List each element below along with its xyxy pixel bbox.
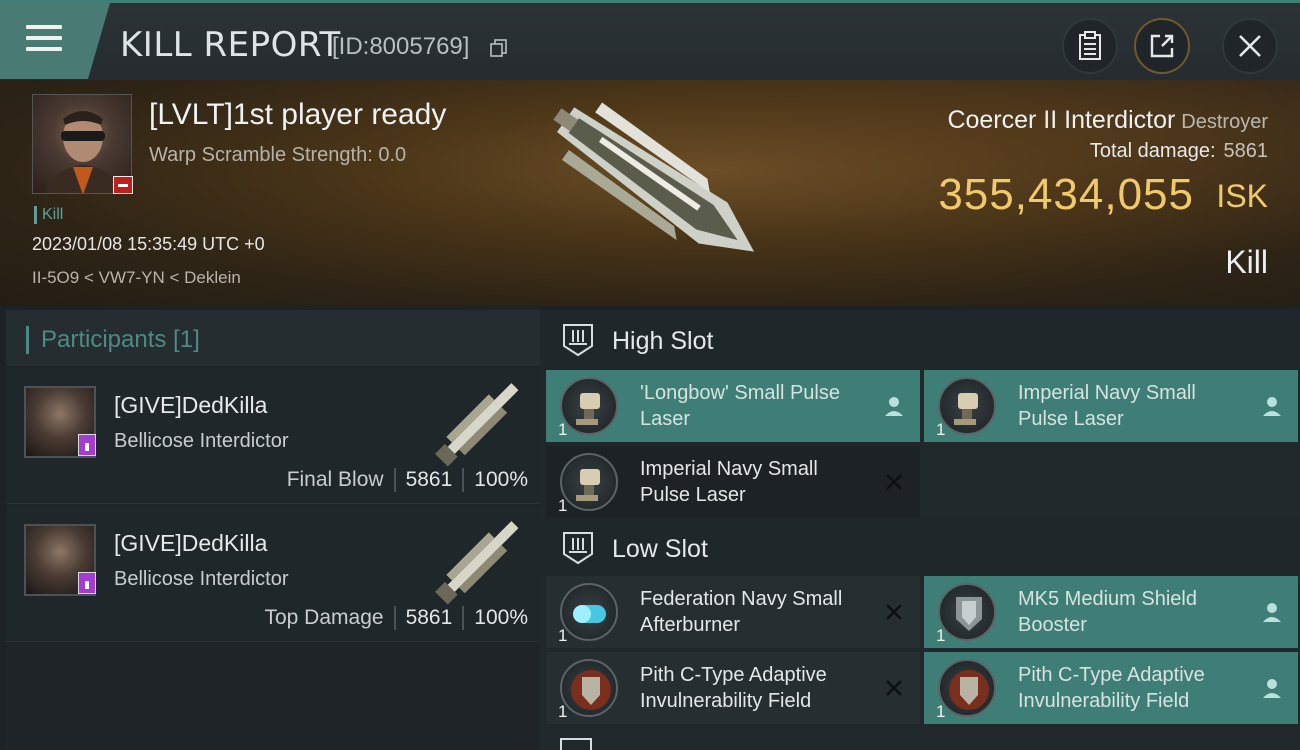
copy-icon[interactable] xyxy=(490,39,508,57)
kill-datetime: 2023/01/08 15:35:49 UTC +0 xyxy=(32,234,265,254)
participant-row[interactable]: [GIVE]DedKilla Bellicose Interdictor Fin… xyxy=(6,368,540,504)
low-slot-header: Low Slot xyxy=(540,518,1300,580)
destroyed-x-icon xyxy=(886,604,902,620)
participant-ship-image xyxy=(435,383,519,467)
module-name: 'Longbow' Small Pulse Laser xyxy=(640,382,840,430)
victim-ship-image xyxy=(553,102,755,252)
module-quantity: 1 xyxy=(936,420,946,439)
mid-slot-icon xyxy=(560,738,592,750)
module-item[interactable]: 1 Pith C-Type Adaptive Invulnerability F… xyxy=(924,652,1298,724)
report-id: [ID:8005769] xyxy=(332,33,470,60)
participant-name: [GIVE]DedKilla xyxy=(114,530,268,556)
participant-ship: Bellicose Interdictor xyxy=(114,568,289,590)
low-slot-title: Low Slot xyxy=(612,535,708,563)
participant-damage: 5861 xyxy=(396,606,465,630)
pulse-laser-icon xyxy=(560,377,618,435)
module-name: Imperial Navy Small Pulse Laser xyxy=(640,458,818,506)
participant-percent: 100% xyxy=(474,606,528,629)
isk-unit: ISK xyxy=(1216,178,1268,214)
participant-percent: 100% xyxy=(474,468,528,491)
module-quantity: 1 xyxy=(936,702,946,721)
module-item[interactable]: 1 Pith C-Type Adaptive Invulnerability F… xyxy=(546,652,920,724)
dropped-person-icon xyxy=(1263,603,1281,622)
share-icon xyxy=(1150,34,1174,58)
warp-scramble-strength: Warp Scramble Strength: 0.0 xyxy=(149,144,407,166)
participant-ship: Bellicose Interdictor xyxy=(114,430,289,452)
dropped-person-icon xyxy=(1263,397,1281,416)
kill-summary: [LVLT]1st player ready Warp Scramble Str… xyxy=(0,80,1300,306)
module-quantity: 1 xyxy=(558,626,568,645)
invulnerability-field-icon xyxy=(560,659,618,717)
high-slot-title: High Slot xyxy=(612,327,714,355)
participant-role: Final Blow xyxy=(287,468,396,492)
shield-booster-icon xyxy=(938,583,996,641)
clipboard-button[interactable] xyxy=(1062,18,1118,74)
corp-badge-icon xyxy=(78,572,96,594)
module-name: Pith C-Type Adaptive Invulnerability Fie… xyxy=(1018,664,1205,712)
clipboard-icon xyxy=(1079,31,1101,60)
participant-row[interactable]: [GIVE]DedKilla Bellicose Interdictor Top… xyxy=(6,506,540,642)
destroyed-x-icon xyxy=(886,680,902,696)
module-item[interactable]: 1 'Longbow' Small Pulse Laser xyxy=(546,370,920,442)
high-slot-icon xyxy=(563,324,593,357)
total-damage-value: 5861 xyxy=(1223,140,1269,162)
pulse-laser-icon xyxy=(560,453,618,511)
hamburger-icon xyxy=(26,25,62,55)
result-label: Kill xyxy=(1225,244,1268,280)
total-damage: Total damage: 5861 xyxy=(1090,140,1268,163)
fitting-panel: High Slot 1 'Longbow' Small Pulse Laser … xyxy=(540,310,1300,750)
participant-ship-image xyxy=(435,521,519,605)
low-slot-icon xyxy=(563,532,593,565)
participant-damage: 5861 xyxy=(396,468,465,492)
hostile-badge-icon xyxy=(113,176,133,194)
kill-location: II-5O9 < VW7-YN < Deklein xyxy=(32,268,241,287)
participants-header[interactable]: Participants [1] xyxy=(6,310,540,366)
total-damage-label: Total damage: xyxy=(1089,140,1216,162)
pulse-laser-icon xyxy=(938,377,996,435)
page-title: KILL REPORT xyxy=(120,25,341,65)
module-item[interactable]: 1 Imperial Navy Small Pulse Laser xyxy=(924,370,1298,442)
kill-tag: Kill xyxy=(34,206,63,224)
ship-name-text: Coercer II Interdictor xyxy=(947,106,1176,134)
invulnerability-field-icon xyxy=(938,659,996,717)
dropped-person-icon xyxy=(885,397,903,416)
module-name: Federation Navy Small Afterburner xyxy=(640,588,843,636)
participants-title: Participants [1] xyxy=(26,326,200,354)
destroyed-x-icon xyxy=(886,474,902,490)
module-name: Pith C-Type Adaptive Invulnerability Fie… xyxy=(640,664,827,712)
header-bar: KILL REPORT [ID:8005769] xyxy=(0,0,1300,80)
module-quantity: 1 xyxy=(558,420,568,439)
participant-role: Top Damage xyxy=(264,606,396,630)
corp-badge-icon xyxy=(78,434,96,456)
module-quantity: 1 xyxy=(558,496,568,515)
module-item[interactable]: 1 Imperial Navy Small Pulse Laser xyxy=(546,446,920,518)
afterburner-icon xyxy=(560,583,618,641)
module-item[interactable]: 1 MK5 Medium Shield Booster xyxy=(924,576,1298,648)
module-item[interactable]: 1 Federation Navy Small Afterburner xyxy=(546,576,920,648)
close-icon xyxy=(1239,35,1261,57)
module-quantity: 1 xyxy=(936,626,946,645)
isk-value: 355,434,055 xyxy=(938,170,1194,219)
victim-ship-name[interactable]: Coercer II Interdictor Destroyer xyxy=(947,106,1268,135)
ship-class: Destroyer xyxy=(1181,111,1268,133)
menu-button[interactable] xyxy=(0,3,110,79)
close-button[interactable] xyxy=(1222,18,1278,74)
module-quantity: 1 xyxy=(558,702,568,721)
victim-name[interactable]: [LVLT]1st player ready xyxy=(149,98,446,132)
participant-stats: Top Damage 5861 100% xyxy=(264,606,528,630)
module-name: MK5 Medium Shield Booster xyxy=(1018,588,1197,636)
dropped-person-icon xyxy=(1263,679,1281,698)
module-name: Imperial Navy Small Pulse Laser xyxy=(1018,382,1196,430)
share-button[interactable] xyxy=(1134,18,1190,74)
participant-stats: Final Blow 5861 100% xyxy=(287,468,528,492)
participant-name: [GIVE]DedKilla xyxy=(114,392,268,418)
participants-panel: Participants [1] [GIVE]DedKilla Bellicos… xyxy=(6,310,540,750)
high-slot-header: High Slot xyxy=(540,310,1300,372)
